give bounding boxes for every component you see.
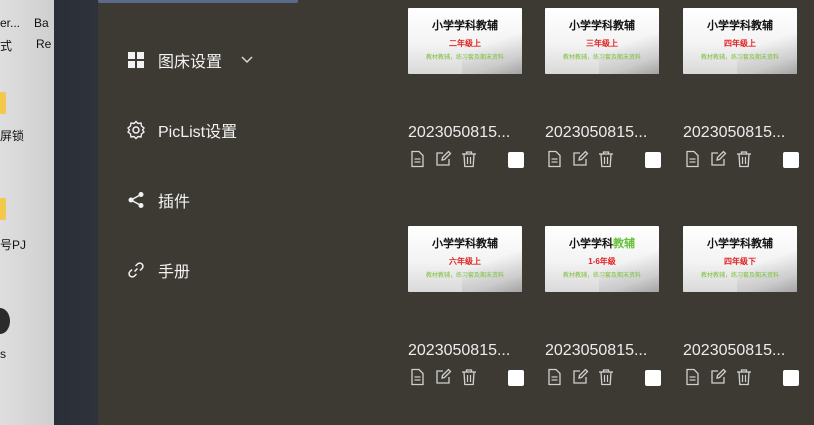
image-filename: 2023050815... xyxy=(408,342,511,359)
edit-icon[interactable] xyxy=(709,150,727,168)
trash-icon[interactable] xyxy=(460,150,478,168)
card-actions xyxy=(683,368,799,386)
document-icon[interactable] xyxy=(545,368,563,386)
image-filename: 2023050815... xyxy=(683,342,786,359)
thumbnail-grade: 二年级上 xyxy=(449,39,481,48)
desktop-item-label[interactable]: er... xyxy=(0,16,20,30)
sidebar-item-plugins[interactable]: 插件 xyxy=(126,188,190,212)
window-edge xyxy=(54,0,98,425)
image-card: 小学学科教辅 四年级上 教材教辅，练习套及期末资料 2023050815... xyxy=(683,8,799,168)
document-icon[interactable] xyxy=(683,150,701,168)
sidebar-item-label: PicList设置 xyxy=(158,124,238,141)
card-actions xyxy=(545,368,661,386)
document-icon[interactable] xyxy=(545,150,563,168)
desktop-item-label[interactable]: 号PJ xyxy=(0,236,26,253)
desktop-item-label[interactable]: Re xyxy=(36,37,51,51)
trash-icon[interactable] xyxy=(597,150,615,168)
thumbnail-subtitle: 教材教辅，练习套及期末资料 xyxy=(562,273,641,279)
edit-icon[interactable] xyxy=(709,368,727,386)
edit-icon[interactable] xyxy=(571,368,589,386)
link-icon xyxy=(126,260,146,280)
document-icon[interactable] xyxy=(683,368,701,386)
image-card: 小学学科教辅 三年级上 教材教辅，练习套及期末资料 2023050815... xyxy=(545,8,661,168)
thumbnail-title: 小学学科教辅 xyxy=(569,20,635,32)
edit-icon[interactable] xyxy=(434,368,452,386)
thumbnail-grade: 四年级下 xyxy=(724,257,756,266)
image-filename: 2023050815... xyxy=(545,124,648,141)
sidebar: 图床设置 PicList设置 插件 手册 xyxy=(98,0,386,425)
edit-icon[interactable] xyxy=(434,150,452,168)
app-icon[interactable] xyxy=(0,308,10,334)
edit-icon[interactable] xyxy=(571,150,589,168)
thumbnail-subtitle: 教材教辅，练习套及期末资料 xyxy=(425,55,504,61)
desktop-item-label[interactable]: 屏锁 xyxy=(0,127,24,144)
image-filename: 2023050815... xyxy=(683,124,786,141)
trash-icon[interactable] xyxy=(735,368,753,386)
card-actions xyxy=(683,150,799,168)
image-card: 小学学科教辅 四年级下 教材教辅，练习套及期末资料 2023050815... xyxy=(683,226,799,386)
sidebar-item-label: 手册 xyxy=(158,264,191,281)
desktop-background: er... Ba 式 Re 屏锁 号PJ s xyxy=(0,0,54,425)
folder-icon[interactable] xyxy=(0,92,6,114)
desktop-item-label[interactable]: 式 xyxy=(0,37,12,54)
image-thumbnail[interactable]: 小学学科教辅 四年级下 教材教辅，练习套及期末资料 xyxy=(683,226,797,292)
desktop-item-label[interactable]: s xyxy=(0,347,6,361)
gear-icon xyxy=(126,120,146,140)
sidebar-item-piclist-settings[interactable]: PicList设置 xyxy=(126,118,237,142)
thumbnail-grade: 三年级上 xyxy=(586,39,618,48)
select-checkbox[interactable] xyxy=(783,370,799,386)
select-checkbox[interactable] xyxy=(508,370,524,386)
sidebar-item-label: 图床设置 xyxy=(158,54,223,71)
desktop-item-label[interactable]: Ba xyxy=(34,16,49,30)
trash-icon[interactable] xyxy=(460,368,478,386)
thumbnail-subtitle: 教材教辅，练习套及期末资料 xyxy=(700,273,779,279)
card-actions xyxy=(408,368,524,386)
thumbnail-title: 小学学科教辅 xyxy=(707,20,773,32)
image-thumbnail[interactable]: 小学学科教辅 六年级上 教材教辅，练习套及期末资料 xyxy=(408,226,522,292)
thumbnail-subtitle: 教材教辅，练习套及期末资料 xyxy=(562,55,641,61)
image-filename: 2023050815... xyxy=(408,124,511,141)
select-checkbox[interactable] xyxy=(783,152,799,168)
image-card: 小学学科教辅 1-6年级 教材教辅，练习套及期末资料 2023050815... xyxy=(545,226,661,386)
thumbnail-grade: 四年级上 xyxy=(724,39,756,48)
thumbnail-grade: 1-6年级 xyxy=(588,257,616,266)
folder-icon[interactable] xyxy=(0,198,6,220)
image-thumbnail[interactable]: 小学学科教辅 三年级上 教材教辅，练习套及期末资料 xyxy=(545,8,659,74)
document-icon[interactable] xyxy=(408,150,426,168)
select-checkbox[interactable] xyxy=(645,370,661,386)
sidebar-item-manual[interactable]: 手册 xyxy=(126,258,190,282)
share-icon xyxy=(126,190,146,210)
select-checkbox[interactable] xyxy=(508,152,524,168)
thumbnail-title: 小学学科教辅 xyxy=(707,238,773,250)
sidebar-item-label: 插件 xyxy=(158,194,191,211)
card-actions xyxy=(408,150,524,168)
trash-icon[interactable] xyxy=(597,368,615,386)
image-card: 小学学科教辅 六年级上 教材教辅，练习套及期末资料 2023050815... xyxy=(408,226,524,386)
thumbnail-subtitle: 教材教辅，练习套及期末资料 xyxy=(425,273,504,279)
image-thumbnail[interactable]: 小学学科教辅 二年级上 教材教辅，练习套及期末资料 xyxy=(408,8,522,74)
thumbnail-subtitle: 教材教辅，练习套及期末资料 xyxy=(700,55,779,61)
image-thumbnail[interactable]: 小学学科教辅 四年级上 教材教辅，练习套及期末资料 xyxy=(683,8,797,74)
image-filename: 2023050815... xyxy=(545,342,648,359)
sidebar-item-picbed-settings[interactable]: 图床设置 xyxy=(126,48,254,72)
image-thumbnail[interactable]: 小学学科教辅 1-6年级 教材教辅，练习套及期末资料 xyxy=(545,226,659,292)
select-checkbox[interactable] xyxy=(645,152,661,168)
card-actions xyxy=(545,150,661,168)
document-icon[interactable] xyxy=(408,368,426,386)
trash-icon[interactable] xyxy=(735,150,753,168)
window-top-highlight xyxy=(98,0,298,3)
thumbnail-title: 小学学科教辅 xyxy=(432,20,498,32)
thumbnail-grade: 六年级上 xyxy=(449,257,481,266)
grid-icon xyxy=(126,50,146,70)
thumbnail-title: 小学学科教辅 xyxy=(432,238,498,250)
thumbnail-title: 小学学科教辅 xyxy=(569,238,635,250)
image-card: 小学学科教辅 二年级上 教材教辅，练习套及期末资料 2023050815... xyxy=(408,8,524,168)
chevron-down-icon[interactable] xyxy=(240,55,254,65)
